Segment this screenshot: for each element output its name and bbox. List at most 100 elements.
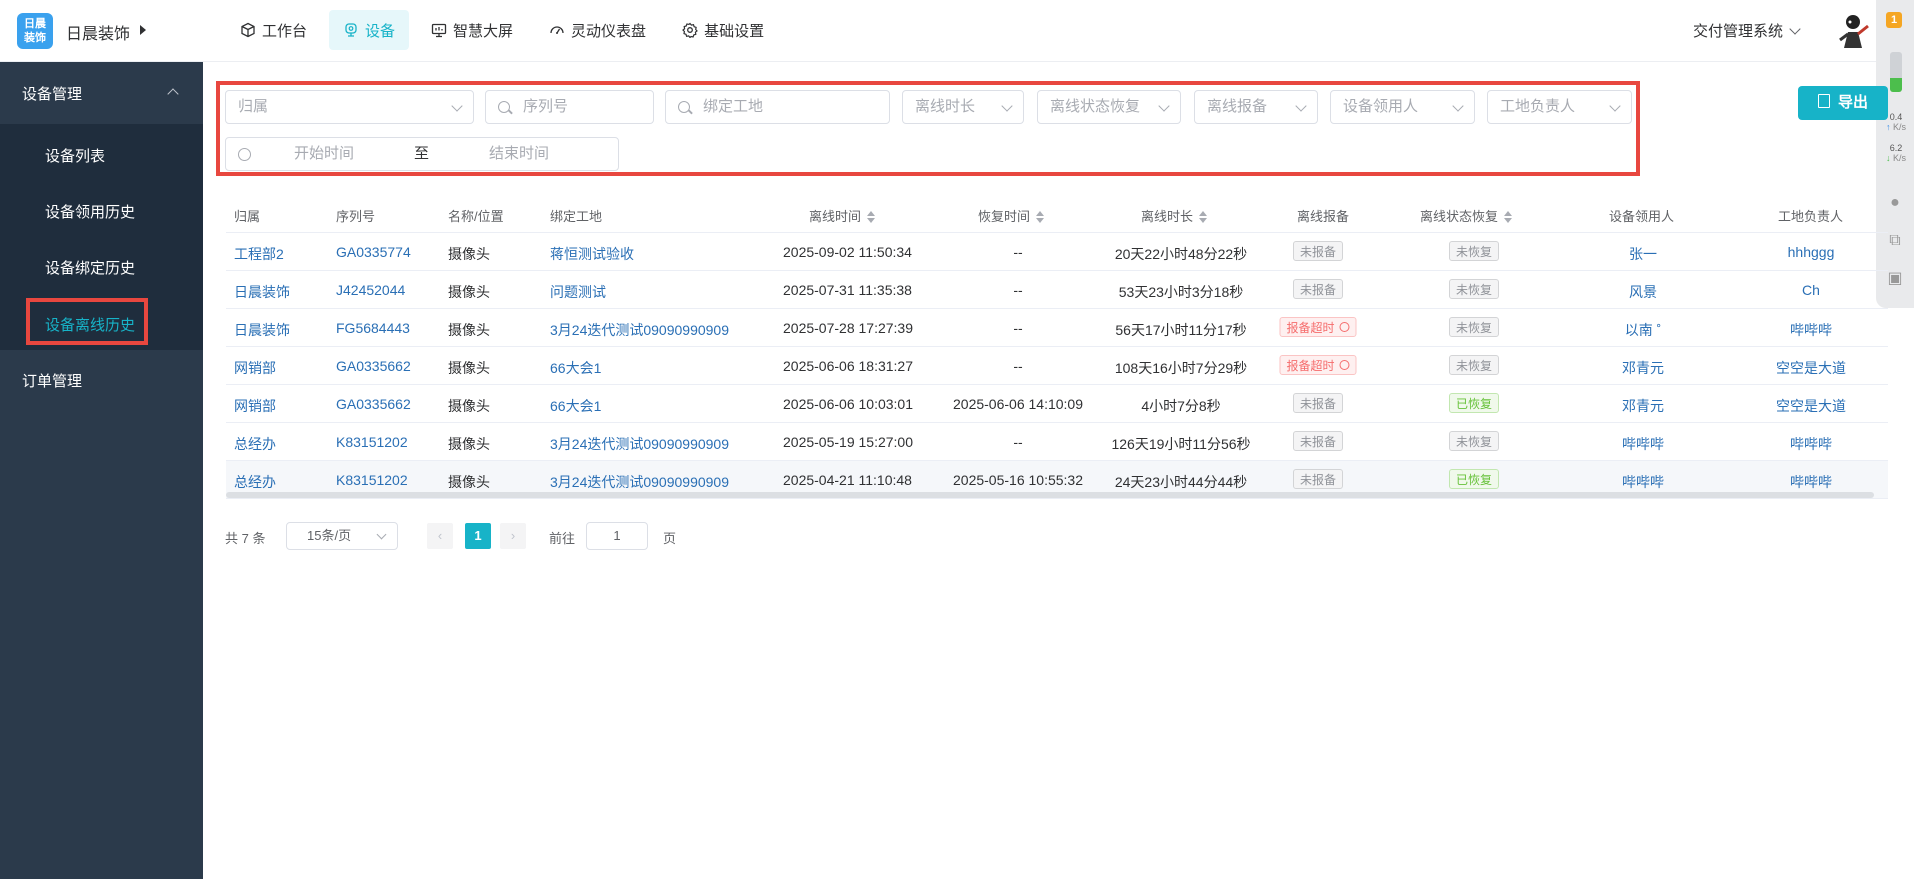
nav-label: 工作台 (262, 22, 308, 40)
cell-belong[interactable]: 网销部 (234, 358, 276, 378)
sort-icon[interactable] (1036, 211, 1045, 223)
sort-icon[interactable] (1504, 211, 1513, 223)
horizontal-scrollbar[interactable] (226, 492, 1874, 498)
screenshot-icon[interactable]: ▣ (1886, 270, 1904, 288)
column-header-duration[interactable]: 离线时长 (1141, 206, 1208, 225)
cell-site[interactable]: 3月24迭代测试09090990909 (550, 472, 729, 492)
offline-restore-select[interactable]: 离线状态恢复 (1037, 90, 1181, 124)
top-bar: 日晨 装饰 日晨装饰 工作台 设备 智慧大屏 灵动仪表盘 基础设置 交付管理系统 (0, 0, 1914, 62)
cell-belong[interactable]: 总经办 (234, 472, 276, 492)
table-row[interactable]: 日晨装饰 FG5684443 摄像头 3月24迭代测试09090990909 2025-… (226, 309, 1888, 347)
column-header-site-manager: 工地负责人 (1778, 209, 1844, 224)
cell-site[interactable]: 3月24迭代测试09090990909 (550, 434, 729, 454)
cell-site[interactable]: 66大会1 (550, 358, 601, 378)
cell-belong[interactable]: 总经办 (234, 434, 276, 454)
sidebar-item-device-list[interactable]: 设备列表 (45, 145, 105, 166)
company-logo[interactable]: 日晨 装饰 (17, 13, 53, 49)
nav-device[interactable]: 设备 (329, 10, 410, 50)
offline-duration-placeholder: 离线时长 (915, 98, 976, 115)
table-row[interactable]: 网销部 GA0335662 摄像头 66大会1 2025-06-06 10:03:01 2… (226, 385, 1888, 423)
offline-duration-select[interactable]: 离线时长 (902, 90, 1024, 124)
start-time-placeholder[interactable]: 开始时间 (294, 138, 354, 170)
cell-serial[interactable]: J42452044 (336, 282, 405, 298)
avatar[interactable] (1836, 12, 1870, 50)
page-size-select[interactable]: 15条/页 (286, 522, 398, 550)
cell-belong[interactable]: 日晨装饰 (234, 320, 290, 340)
cell-belong[interactable]: 网销部 (234, 396, 276, 416)
nav-basic-settings[interactable]: 基础设置 (668, 10, 778, 50)
cell-name: 摄像头 (448, 398, 490, 414)
cell-serial[interactable]: GA0335662 (336, 396, 411, 412)
sort-icon[interactable] (1199, 211, 1208, 223)
company-name[interactable]: 日晨装饰 (66, 20, 130, 44)
clock-icon (1339, 360, 1350, 370)
site-placeholder: 绑定工地 (703, 98, 764, 115)
serial-search-input[interactable]: 序列号 (485, 90, 654, 124)
nav-dashboard[interactable]: 灵动仪表盘 (535, 10, 660, 50)
system-switch-dropdown[interactable]: 交付管理系统 (1693, 20, 1801, 41)
next-page-button[interactable]: › (500, 523, 526, 549)
cell-serial[interactable]: K83151202 (336, 472, 408, 488)
prev-page-button[interactable]: ‹ (427, 523, 453, 549)
chat-icon[interactable]: ● (1886, 194, 1904, 212)
cell-receiver[interactable]: 以南 ˚ (1625, 320, 1662, 340)
report-status-label: 报备超时 (1286, 359, 1335, 373)
caret-right-icon[interactable] (140, 25, 146, 35)
cell-site-manager[interactable]: 空空是大道 (1776, 358, 1846, 378)
export-button[interactable]: 导出 (1798, 86, 1888, 120)
sort-icon[interactable] (867, 211, 876, 223)
table-row[interactable]: 网销部 GA0335662 摄像头 66大会1 2025-06-06 18:31:27 -… (226, 347, 1888, 385)
belong-select[interactable]: 归属 (225, 90, 474, 124)
notification-badge[interactable]: 1 (1886, 12, 1902, 28)
cell-site[interactable]: 蒋恒测试验收 (550, 244, 634, 264)
sidebar-group-device-management[interactable]: 设备管理 (0, 62, 203, 124)
chevron-down-icon (1452, 100, 1464, 112)
cell-receiver[interactable]: 邓青元 (1622, 358, 1664, 378)
cell-site-manager[interactable]: Ch (1802, 282, 1820, 298)
sidebar-item-receive-history[interactable]: 设备领用历史 (45, 201, 135, 222)
goto-page-input[interactable]: 1 (586, 522, 648, 550)
column-header-restore-time[interactable]: 恢复时间 (978, 206, 1045, 225)
receiver-select[interactable]: 设备领用人 (1330, 90, 1475, 124)
cell-site-manager[interactable]: 哔哔哔 (1790, 320, 1832, 340)
cell-serial[interactable]: FG5684443 (336, 320, 410, 336)
crop-icon[interactable]: ⧉ (1886, 232, 1904, 250)
table-row[interactable]: 日晨装饰 J42452044 摄像头 问题测试 2025-07-31 11:35:38 -… (226, 271, 1888, 309)
cell-site-manager[interactable]: 哔哔哔 (1790, 434, 1832, 454)
nav-smart-screen[interactable]: 智慧大屏 (417, 10, 527, 50)
download-unit: ↓ K/s (1885, 153, 1907, 163)
table-row[interactable]: 总经办 K83151202 摄像头 3月24迭代测试09090990909 2025-0… (226, 423, 1888, 461)
cell-belong[interactable]: 日晨装饰 (234, 282, 290, 302)
sidebar-group-order-management[interactable]: 订单管理 (22, 370, 82, 391)
cell-site[interactable]: 问题测试 (550, 282, 606, 302)
nav-workbench[interactable]: 工作台 (226, 10, 321, 50)
chevron-down-icon (1609, 100, 1621, 112)
cell-serial[interactable]: K83151202 (336, 434, 408, 450)
column-header-belong: 归属 (234, 209, 261, 224)
sidebar-item-bind-history[interactable]: 设备绑定历史 (45, 257, 135, 278)
end-time-placeholder[interactable]: 结束时间 (489, 138, 549, 170)
offline-report-select[interactable]: 离线报备 (1194, 90, 1318, 124)
cell-receiver[interactable]: 风景 (1629, 282, 1657, 302)
cell-site[interactable]: 66大会1 (550, 396, 601, 416)
goto-label: 前往 (549, 531, 576, 546)
table-row[interactable]: 工程部2 GA0335774 摄像头 蒋恒测试验收 2025-09-02 11:50:3… (226, 233, 1888, 271)
site-search-input[interactable]: 绑定工地 (665, 90, 890, 124)
cell-site-manager[interactable]: hhhggg (1788, 244, 1835, 260)
cell-receiver[interactable]: 邓青元 (1622, 396, 1664, 416)
cell-receiver[interactable]: 哔哔哔 (1622, 472, 1664, 492)
site-manager-select[interactable]: 工地负责人 (1487, 90, 1632, 124)
cell-site[interactable]: 3月24迭代测试09090990909 (550, 320, 729, 340)
date-range-picker[interactable]: 开始时间 至 结束时间 (225, 137, 619, 171)
cell-site-manager[interactable]: 哔哔哔 (1790, 472, 1832, 492)
cell-belong[interactable]: 工程部2 (234, 244, 284, 264)
page-number-1[interactable]: 1 (465, 523, 491, 549)
cell-receiver[interactable]: 张一 (1629, 244, 1657, 264)
cell-serial[interactable]: GA0335662 (336, 358, 411, 374)
usage-meter-fill (1890, 78, 1902, 92)
column-header-restore-status[interactable]: 离线状态恢复 (1420, 206, 1513, 225)
cell-serial[interactable]: GA0335774 (336, 244, 411, 260)
column-header-offline-time[interactable]: 离线时间 (809, 206, 876, 225)
cell-site-manager[interactable]: 空空是大道 (1776, 396, 1846, 416)
cell-receiver[interactable]: 哔哔哔 (1622, 434, 1664, 454)
